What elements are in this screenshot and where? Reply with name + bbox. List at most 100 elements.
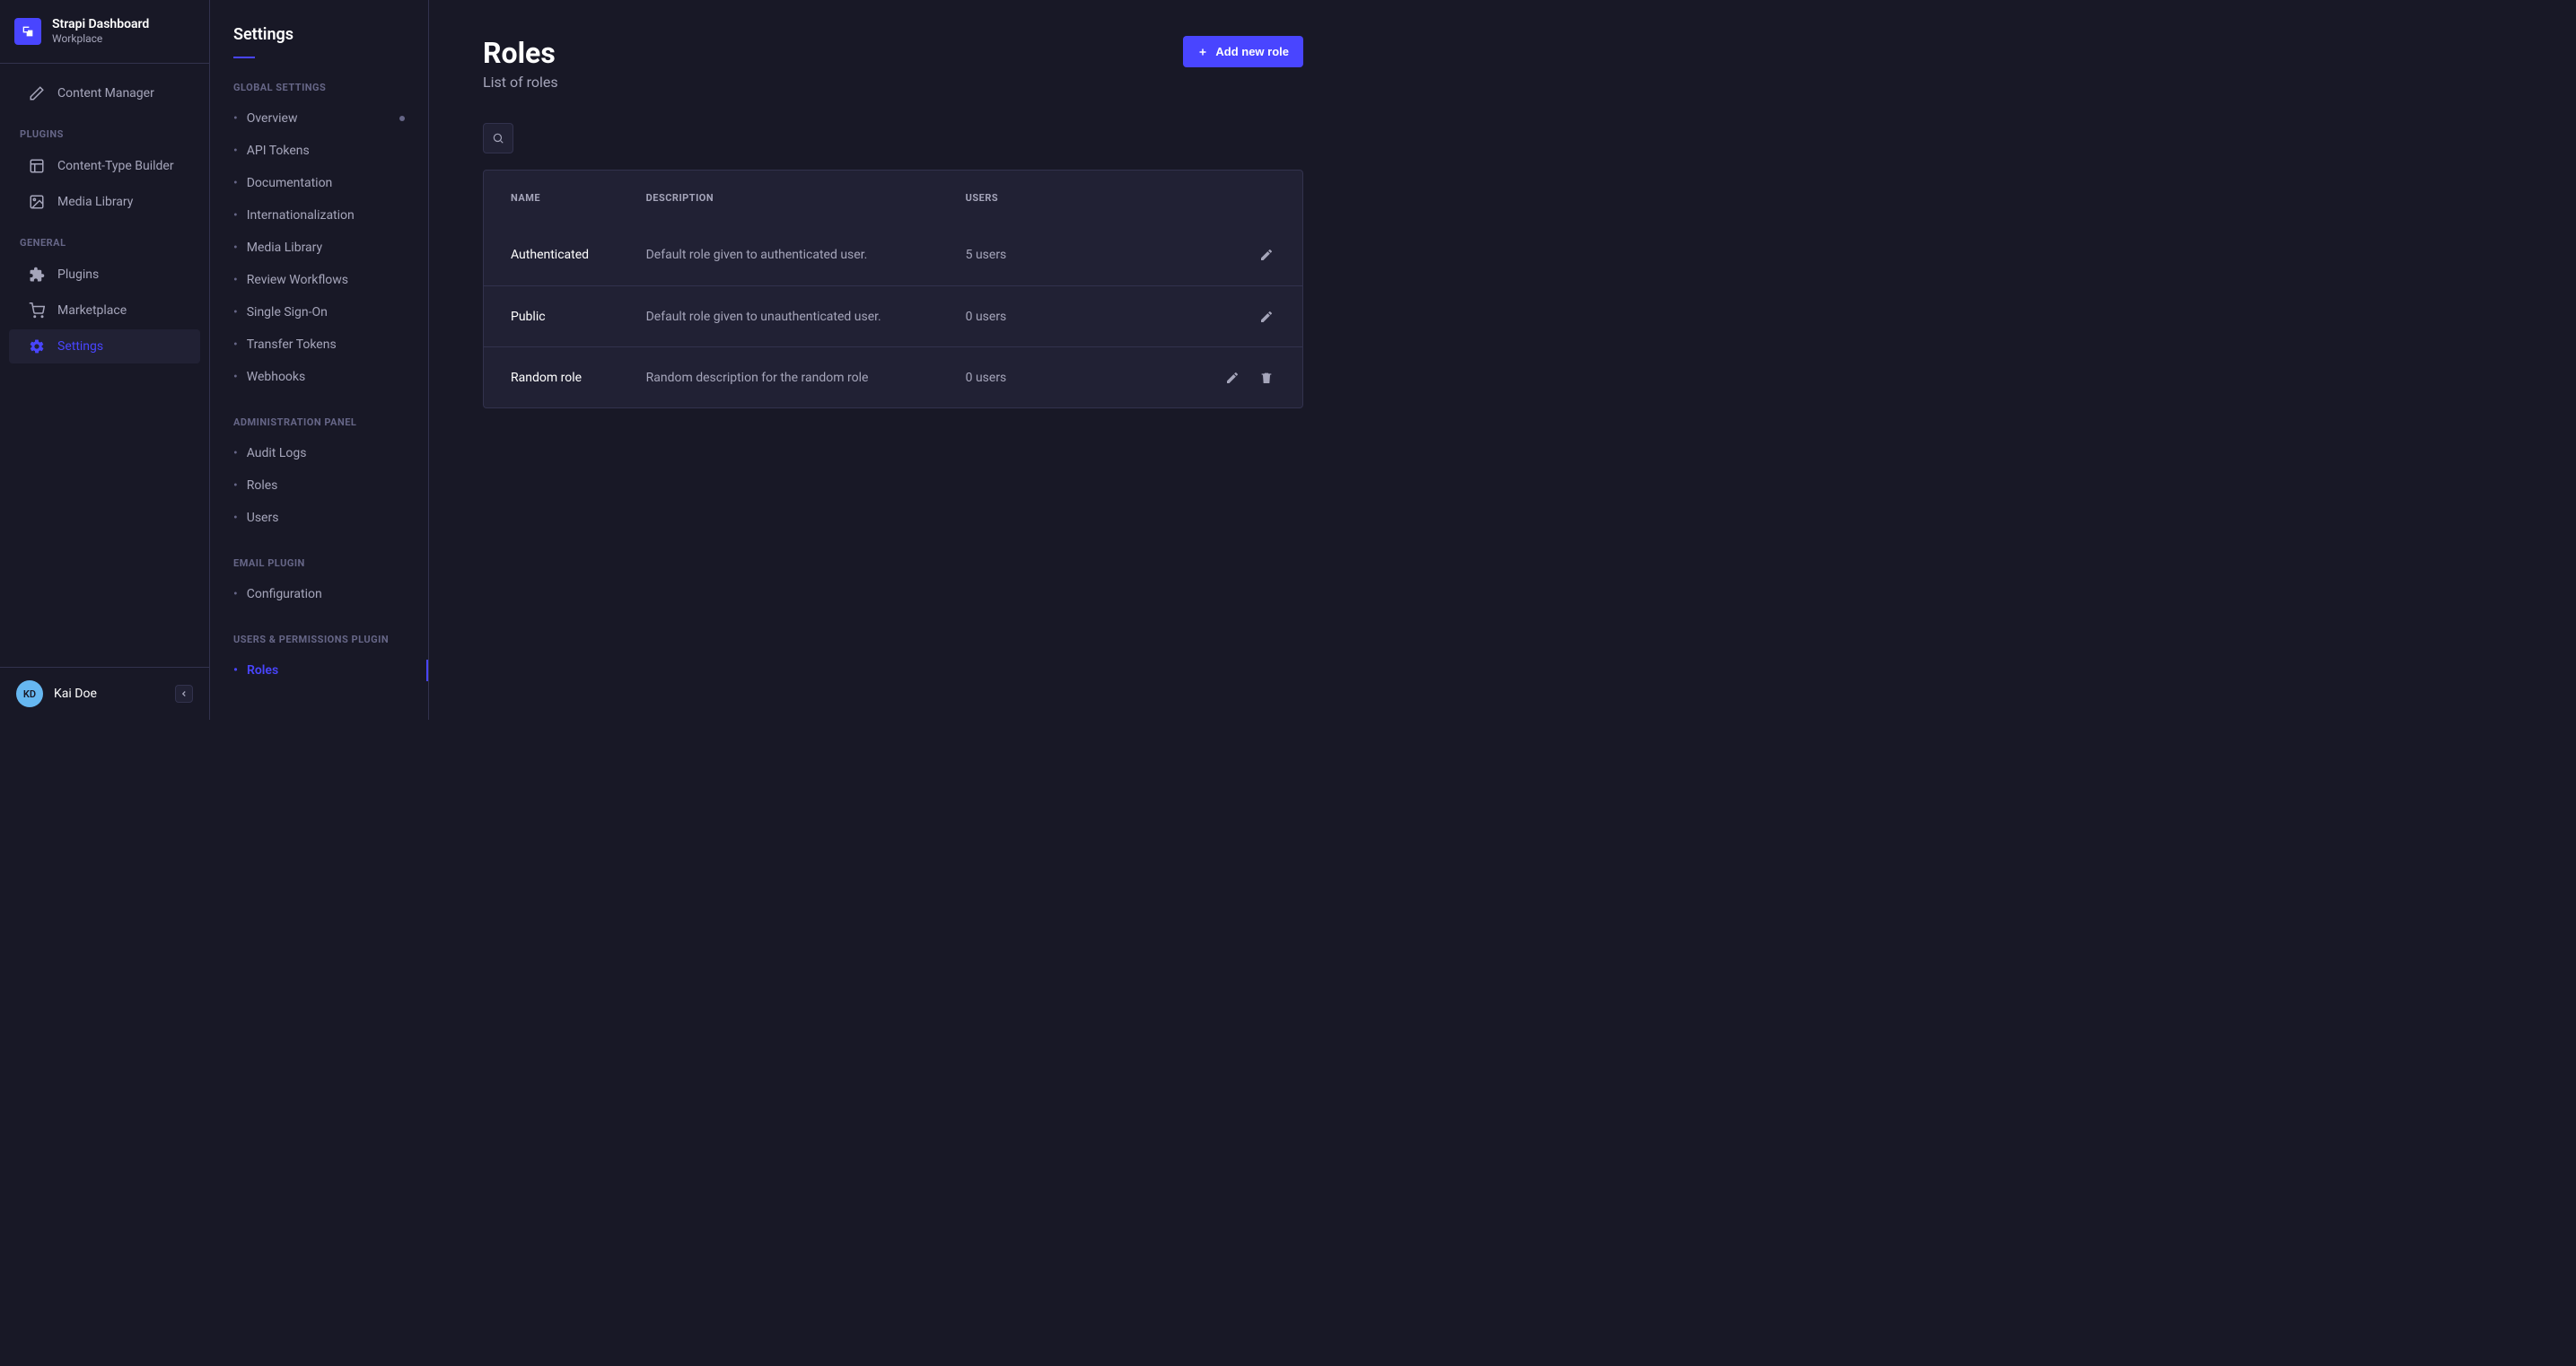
nav-media-library[interactable]: Media Library <box>9 185 200 219</box>
td-description: Random description for the random role <box>646 371 966 385</box>
nav-label: Settings <box>57 339 103 354</box>
cart-icon <box>29 302 45 319</box>
main-content: Roles List of roles Add new role Name De… <box>429 0 1357 720</box>
row-actions <box>1150 246 1275 264</box>
nav-label: Content Manager <box>57 86 154 101</box>
th-users: Users <box>966 192 1150 204</box>
settings-item-api-tokens[interactable]: API Tokens <box>210 135 428 167</box>
gear-icon <box>29 338 45 355</box>
plus-icon <box>1197 47 1208 57</box>
row-actions <box>1150 369 1275 387</box>
settings-item-label: Overview <box>247 111 298 126</box>
user-avatar[interactable]: KD <box>16 680 43 707</box>
row-actions <box>1150 308 1275 326</box>
settings-item-webhooks[interactable]: Webhooks <box>210 361 428 393</box>
settings-section-global: Global Settings <box>210 58 428 102</box>
settings-item-label: Audit Logs <box>247 446 307 460</box>
settings-item-label: Media Library <box>247 241 322 255</box>
puzzle-icon <box>29 267 45 283</box>
td-description: Default role given to unauthenticated us… <box>646 310 966 324</box>
sidebar-footer: KD Kai Doe <box>0 667 209 720</box>
th-name: Name <box>511 192 646 204</box>
main-sidebar: Strapi Dashboard Workplace Content Manag… <box>0 0 210 720</box>
td-users: 5 users <box>966 248 1150 262</box>
settings-item-email-configuration[interactable]: Configuration <box>210 578 428 610</box>
button-label: Add new role <box>1215 45 1289 58</box>
settings-item-label: Webhooks <box>247 370 306 384</box>
settings-item-label: Internationalization <box>247 208 355 223</box>
table-row[interactable]: Random roleRandom description for the ra… <box>484 346 1302 407</box>
pencil-icon <box>29 85 45 101</box>
table-row[interactable]: AuthenticatedDefault role given to authe… <box>484 224 1302 285</box>
settings-item-label: Transfer Tokens <box>247 337 337 352</box>
app-logo <box>14 18 41 45</box>
settings-item-label: Roles <box>247 663 278 678</box>
td-name: Public <box>511 310 646 324</box>
edit-button[interactable] <box>1257 308 1275 326</box>
nav-settings[interactable]: Settings <box>9 329 200 363</box>
td-name: Random role <box>511 371 646 385</box>
settings-sidebar: Settings Global Settings Overview API To… <box>210 0 429 720</box>
nav-label: Plugins <box>57 267 99 282</box>
edit-button[interactable] <box>1257 246 1275 264</box>
settings-section-users-permissions: Users & Permissions Plugin <box>210 610 428 654</box>
th-description: Description <box>646 192 966 204</box>
sidebar-header: Strapi Dashboard Workplace <box>0 0 209 64</box>
page-title: Roles <box>483 36 558 70</box>
layout-icon <box>29 158 45 174</box>
nav-label: Marketplace <box>57 303 127 318</box>
settings-item-overview[interactable]: Overview <box>210 102 428 135</box>
settings-item-documentation[interactable]: Documentation <box>210 167 428 199</box>
table-header-row: Name Description Users <box>484 171 1302 224</box>
td-users: 0 users <box>966 310 1150 324</box>
td-description: Default role given to authenticated user… <box>646 248 966 262</box>
pencil-icon <box>1259 310 1274 324</box>
settings-item-single-sign-on[interactable]: Single Sign-On <box>210 296 428 328</box>
image-icon <box>29 194 45 210</box>
nav-plugins[interactable]: Plugins <box>9 258 200 292</box>
page-header: Roles List of roles Add new role <box>483 36 1303 91</box>
settings-item-transfer-tokens[interactable]: Transfer Tokens <box>210 328 428 361</box>
pencil-icon <box>1259 248 1274 262</box>
settings-item-internationalization[interactable]: Internationalization <box>210 199 428 232</box>
settings-item-up-roles[interactable]: Roles <box>210 654 428 687</box>
app-subtitle: Workplace <box>52 32 149 47</box>
nav-content-manager[interactable]: Content Manager <box>9 76 200 110</box>
pencil-icon <box>1225 371 1240 385</box>
collapse-sidebar-button[interactable] <box>175 685 193 703</box>
indicator-dot <box>399 116 405 121</box>
nav-label: Content-Type Builder <box>57 159 174 173</box>
nav-section-plugins: Plugins <box>0 112 209 147</box>
settings-section-admin: Administration Panel <box>210 393 428 437</box>
settings-item-label: Single Sign-On <box>247 305 328 320</box>
search-button[interactable] <box>483 123 513 153</box>
settings-item-label: Documentation <box>247 176 333 190</box>
settings-item-label: Roles <box>247 478 278 493</box>
td-users: 0 users <box>966 371 1150 385</box>
nav-marketplace[interactable]: Marketplace <box>9 293 200 328</box>
edit-button[interactable] <box>1223 369 1241 387</box>
roles-table: Name Description Users AuthenticatedDefa… <box>483 170 1303 408</box>
strapi-logo-icon <box>21 24 35 39</box>
settings-item-label: Configuration <box>247 587 322 601</box>
settings-item-media-library[interactable]: Media Library <box>210 232 428 264</box>
nav-section-general: General <box>0 221 209 256</box>
page-subtitle: List of roles <box>483 74 558 91</box>
settings-item-audit-logs[interactable]: Audit Logs <box>210 437 428 469</box>
delete-button[interactable] <box>1257 369 1275 387</box>
settings-item-label: API Tokens <box>247 144 310 158</box>
settings-title: Settings <box>210 22 428 58</box>
table-row[interactable]: PublicDefault role given to unauthentica… <box>484 285 1302 346</box>
settings-item-label: Users <box>247 511 279 525</box>
settings-item-admin-roles[interactable]: Roles <box>210 469 428 502</box>
td-name: Authenticated <box>511 248 646 262</box>
settings-item-users[interactable]: Users <box>210 502 428 534</box>
settings-item-review-workflows[interactable]: Review Workflows <box>210 264 428 296</box>
nav-label: Media Library <box>57 195 133 209</box>
sidebar-body: Content Manager Plugins Content-Type Bui… <box>0 64 209 667</box>
add-new-role-button[interactable]: Add new role <box>1183 36 1303 67</box>
nav-content-type-builder[interactable]: Content-Type Builder <box>9 149 200 183</box>
app-title: Strapi Dashboard <box>52 16 149 32</box>
chevron-left-icon <box>180 689 188 698</box>
trash-icon <box>1259 371 1274 385</box>
